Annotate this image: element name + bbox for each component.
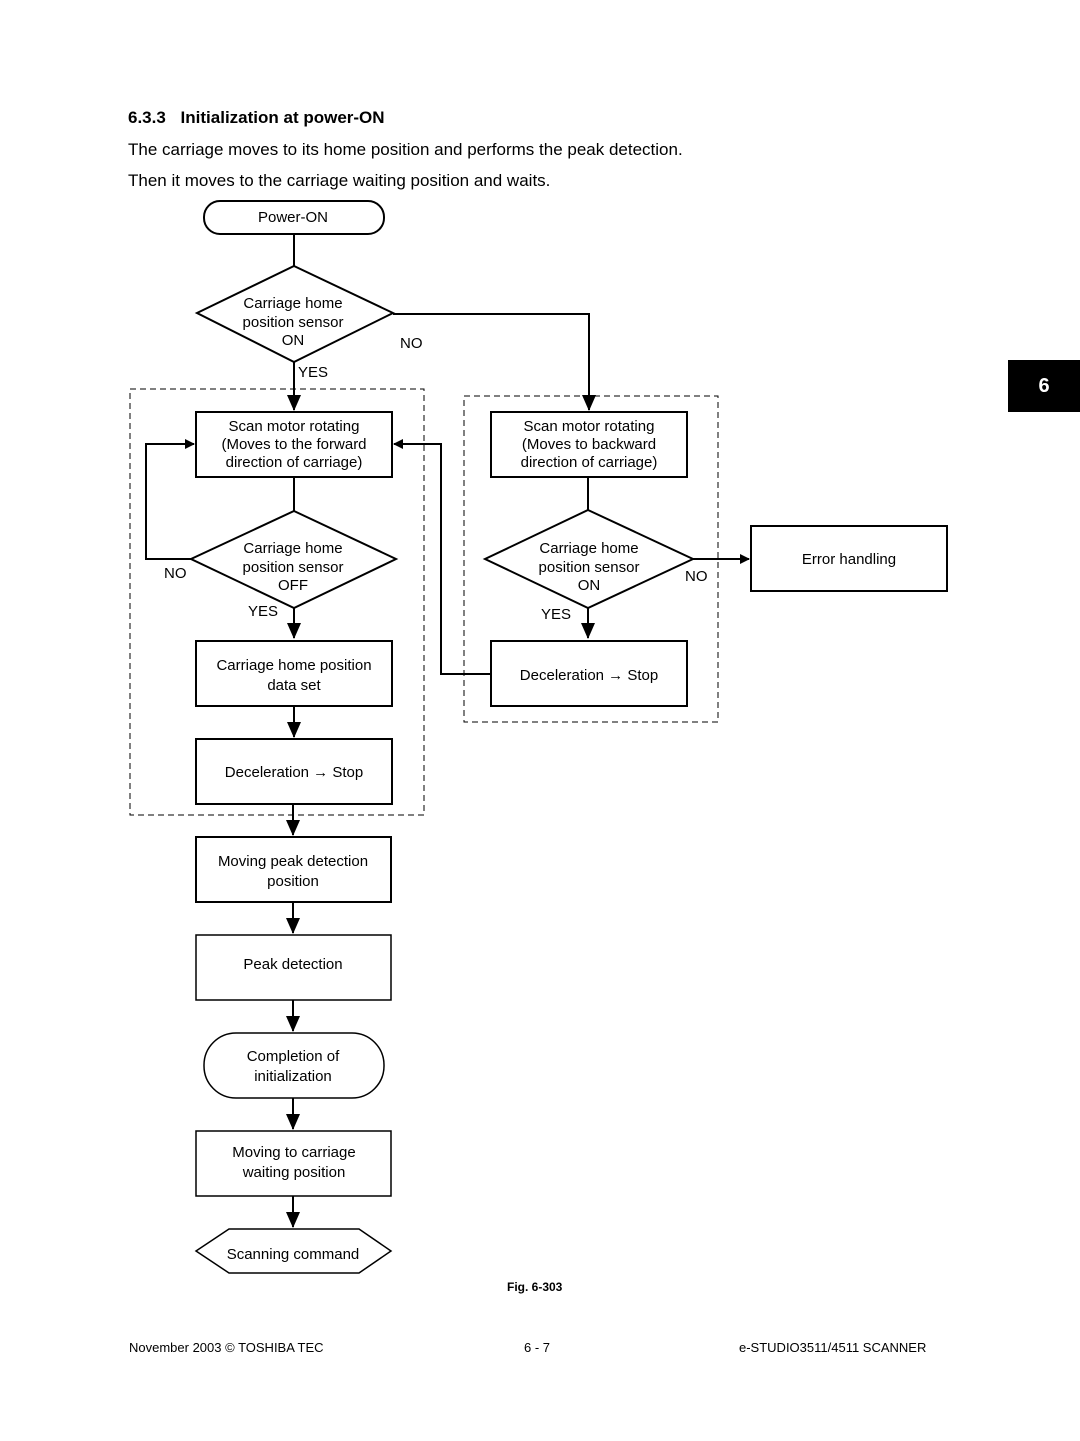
right-scan-motor-box: Scan motor rotating (Moves to backward d… (490, 411, 688, 478)
left-decision-yes-label: YES (248, 603, 278, 620)
decision-top-yes-label: YES (298, 364, 328, 381)
footer-right: e-STUDIO3511/4511 SCANNER (739, 1340, 927, 1355)
svg-text:Scan motor rotating: Scan motor rotating (524, 418, 655, 435)
svg-text:data set: data set (267, 677, 321, 694)
svg-text:position sensor: position sensor (243, 559, 344, 576)
svg-text:Error handling: Error handling (802, 551, 896, 568)
peak-detection-box: Peak detection (195, 934, 392, 1001)
footer-left: November 2003 © TOSHIBA TEC (129, 1340, 324, 1355)
power-on-terminal: Power-ON (203, 200, 385, 235)
right-deceleration-box: Deceleration → Stop (490, 640, 688, 707)
decision-right-home-sensor-on: Carriage home position sensor ON (482, 508, 696, 610)
svg-text:initialization: initialization (254, 1068, 332, 1085)
scanning-command-hexagon: Scanning command (194, 1228, 393, 1274)
right-decision-yes-label: YES (541, 606, 571, 623)
decision-home-sensor-off: Carriage home position sensor OFF (188, 509, 399, 610)
decision-home-sensor-on: Carriage home position sensor ON (194, 264, 396, 364)
svg-text:Power-ON: Power-ON (258, 209, 328, 226)
completion-terminal: Completion of initialization (203, 1032, 385, 1099)
error-handling-box: Error handling (750, 525, 948, 592)
svg-text:OFF: OFF (278, 577, 308, 594)
left-scan-motor-box: Scan motor rotating (Moves to the forwar… (195, 411, 393, 478)
svg-text:Carriage home position: Carriage home position (216, 657, 371, 674)
svg-text:ON: ON (282, 332, 305, 349)
figure-caption: Fig. 6-303 (507, 1280, 563, 1294)
svg-text:(Moves to backward: (Moves to backward (522, 436, 656, 453)
svg-text:Moving peak detection: Moving peak detection (218, 853, 368, 870)
svg-text:position sensor: position sensor (243, 314, 344, 331)
svg-text:Moving to carriage: Moving to carriage (232, 1144, 355, 1161)
moving-to-waiting-position-box: Moving to carriage waiting position (195, 1130, 392, 1197)
footer-page-number: 6 - 7 (524, 1340, 551, 1355)
home-position-data-set-box: Carriage home position data set (195, 640, 393, 707)
svg-text:direction of carriage): direction of carriage) (226, 454, 363, 471)
svg-text:Deceleration → Stop: Deceleration → Stop (225, 764, 363, 781)
svg-text:position sensor: position sensor (539, 559, 640, 576)
svg-text:waiting position: waiting position (242, 1164, 346, 1181)
svg-text:Carriage home: Carriage home (243, 295, 342, 312)
left-deceleration-box: Deceleration → Stop (195, 738, 393, 805)
svg-text:Completion of: Completion of (247, 1048, 340, 1065)
flowchart: Power-ON Carriage home position sensor O… (129, 200, 948, 1274)
connector-return-to-left-motor (393, 439, 491, 675)
svg-text:Carriage home: Carriage home (539, 540, 638, 557)
connector-no-loop (145, 439, 195, 560)
svg-text:Peak detection: Peak detection (243, 956, 342, 973)
svg-text:(Moves to the forward: (Moves to the forward (221, 436, 366, 453)
right-decision-no-label: NO (685, 568, 708, 585)
svg-text:direction of carriage): direction of carriage) (521, 454, 658, 471)
svg-text:Carriage home: Carriage home (243, 540, 342, 557)
svg-text:position: position (267, 873, 319, 890)
left-decision-no-label: NO (164, 565, 187, 582)
svg-text:ON: ON (578, 577, 601, 594)
svg-text:Scanning command: Scanning command (227, 1246, 360, 1263)
svg-text:Deceleration → Stop: Deceleration → Stop (520, 667, 658, 684)
decision-top-no-label: NO (400, 335, 423, 352)
svg-text:Scan motor rotating: Scan motor rotating (229, 418, 360, 435)
moving-peak-detection-box: Moving peak detection position (195, 836, 392, 903)
